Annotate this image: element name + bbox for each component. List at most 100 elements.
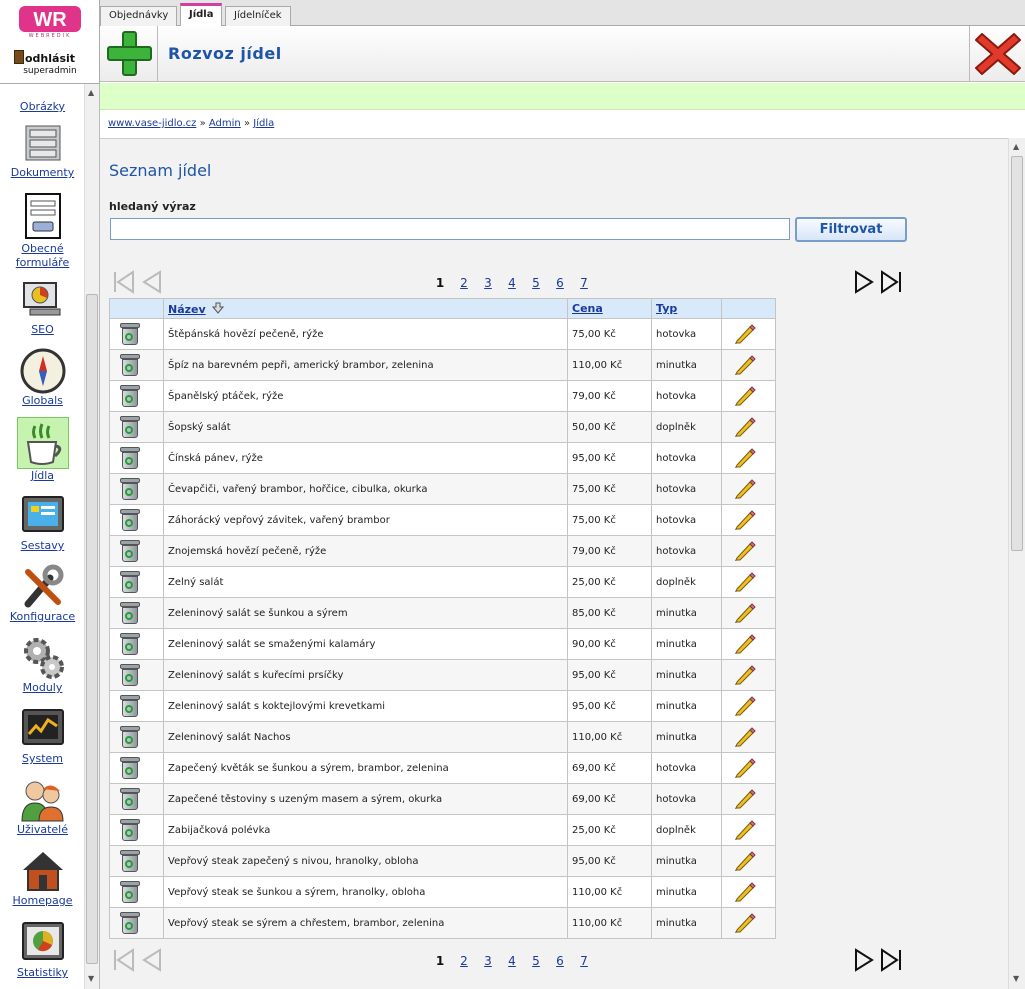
sidebar-item-system[interactable]: System bbox=[0, 706, 85, 766]
sidebar-item-seo[interactable]: SEO bbox=[0, 277, 85, 337]
trash-icon[interactable] bbox=[120, 354, 140, 376]
logout-link[interactable]: odhlásit bbox=[14, 50, 75, 65]
main-scroll-thumb[interactable] bbox=[1011, 156, 1023, 551]
pencil-icon[interactable] bbox=[732, 694, 756, 718]
trash-icon[interactable] bbox=[120, 726, 140, 748]
trash-icon[interactable] bbox=[120, 788, 140, 810]
last-page-icon[interactable] bbox=[879, 270, 903, 294]
trash-icon[interactable] bbox=[120, 633, 140, 655]
sort-by-name-link[interactable]: Název bbox=[168, 303, 206, 316]
page-link[interactable]: 7 bbox=[572, 276, 596, 290]
pencil-icon[interactable] bbox=[732, 322, 756, 346]
trash-icon[interactable] bbox=[120, 416, 140, 438]
tab-jidla[interactable]: Jídla bbox=[180, 3, 223, 26]
trash-icon[interactable] bbox=[120, 695, 140, 717]
page-link[interactable]: 4 bbox=[500, 954, 524, 968]
page-link[interactable]: 6 bbox=[548, 276, 572, 290]
sidebar-scroll-thumb[interactable] bbox=[86, 294, 98, 964]
sidebar-item-statistiky[interactable]: Statistiky bbox=[0, 920, 85, 980]
trash-icon[interactable] bbox=[120, 819, 140, 841]
sidebar-item-uzivatele[interactable]: Uživatelé bbox=[0, 777, 85, 837]
trash-icon[interactable] bbox=[120, 850, 140, 872]
logout-label[interactable]: odhlásit bbox=[25, 52, 75, 65]
trash-icon[interactable] bbox=[120, 757, 140, 779]
add-button[interactable] bbox=[100, 26, 158, 82]
pencil-icon[interactable] bbox=[732, 880, 756, 904]
breadcrumb-admin[interactable]: Admin bbox=[209, 118, 241, 129]
sidebar-item-label[interactable]: Konfigurace bbox=[0, 610, 85, 624]
page-link[interactable]: 5 bbox=[524, 954, 548, 968]
page-link[interactable]: 3 bbox=[476, 276, 500, 290]
pencil-icon[interactable] bbox=[732, 539, 756, 563]
pencil-icon[interactable] bbox=[732, 849, 756, 873]
trash-icon[interactable] bbox=[120, 447, 140, 469]
sidebar-item-label[interactable]: System bbox=[0, 752, 85, 766]
close-button[interactable] bbox=[969, 26, 1025, 82]
page-link[interactable]: 2 bbox=[452, 954, 476, 968]
sidebar-item-obrazky[interactable]: Obrázky bbox=[0, 84, 85, 114]
pencil-icon[interactable] bbox=[732, 477, 756, 501]
pencil-icon[interactable] bbox=[732, 818, 756, 842]
pencil-icon[interactable] bbox=[732, 632, 756, 656]
first-page-icon[interactable] bbox=[112, 270, 136, 294]
sidebar-item-label[interactable]: Sestavy bbox=[0, 539, 85, 553]
breadcrumb-current[interactable]: Jídla bbox=[253, 118, 274, 129]
breadcrumb-home[interactable]: www.vase-jidlo.cz bbox=[108, 118, 196, 129]
trash-icon[interactable] bbox=[120, 664, 140, 686]
sidebar-item-label[interactable]: Jídla bbox=[0, 469, 85, 483]
pencil-icon[interactable] bbox=[732, 384, 756, 408]
header-price[interactable]: Cena bbox=[567, 298, 652, 319]
page-link[interactable]: 2 bbox=[452, 276, 476, 290]
first-page-icon[interactable] bbox=[112, 948, 136, 972]
trash-icon[interactable] bbox=[120, 602, 140, 624]
sidebar-item-label[interactable]: Homepage bbox=[0, 894, 85, 908]
trash-icon[interactable] bbox=[120, 912, 140, 934]
next-page-icon[interactable] bbox=[852, 270, 876, 294]
trash-icon[interactable] bbox=[120, 540, 140, 562]
next-page-icon[interactable] bbox=[852, 948, 876, 972]
trash-icon[interactable] bbox=[120, 478, 140, 500]
sort-by-price-link[interactable]: Cena bbox=[572, 302, 603, 315]
main-scrollbar[interactable]: ▲ ▼ bbox=[1008, 138, 1025, 989]
sort-down-icon[interactable] bbox=[211, 302, 224, 314]
page-link[interactable]: 5 bbox=[524, 276, 548, 290]
trash-icon[interactable] bbox=[120, 323, 140, 345]
last-page-icon[interactable] bbox=[879, 948, 903, 972]
pencil-icon[interactable] bbox=[732, 601, 756, 625]
page-link[interactable]: 6 bbox=[548, 954, 572, 968]
sidebar-item-label[interactable]: Moduly bbox=[0, 681, 85, 695]
tab-objednavky[interactable]: Objednávky bbox=[100, 6, 178, 26]
trash-icon[interactable] bbox=[120, 509, 140, 531]
prev-page-icon[interactable] bbox=[140, 948, 164, 972]
pencil-icon[interactable] bbox=[732, 787, 756, 811]
sidebar-item-globals[interactable]: Globals bbox=[0, 348, 85, 408]
pencil-icon[interactable] bbox=[732, 570, 756, 594]
sidebar-item-label[interactable]: SEO bbox=[0, 323, 85, 337]
pencil-icon[interactable] bbox=[732, 508, 756, 532]
page-link[interactable]: 4 bbox=[500, 276, 524, 290]
sidebar-item-label[interactable]: Dokumenty bbox=[0, 166, 85, 180]
sidebar-item-konfigurace[interactable]: Konfigurace bbox=[0, 564, 85, 624]
trash-icon[interactable] bbox=[120, 385, 140, 407]
pencil-icon[interactable] bbox=[732, 911, 756, 935]
pencil-icon[interactable] bbox=[732, 725, 756, 749]
trash-icon[interactable] bbox=[120, 881, 140, 903]
sidebar-item-label[interactable]: Uživatelé bbox=[0, 823, 85, 837]
prev-page-icon[interactable] bbox=[140, 270, 164, 294]
search-input[interactable] bbox=[110, 218, 790, 240]
sidebar-item-label[interactable]: Statistiky bbox=[0, 966, 85, 980]
header-type[interactable]: Typ bbox=[651, 298, 722, 319]
pencil-icon[interactable] bbox=[732, 756, 756, 780]
sidebar-item-sestavy[interactable]: Sestavy bbox=[0, 493, 85, 553]
filter-button[interactable]: Filtrovat bbox=[795, 217, 907, 242]
tab-jidelnicek[interactable]: Jídelníček bbox=[225, 6, 291, 26]
pencil-icon[interactable] bbox=[732, 446, 756, 470]
sidebar-item-obecne-formulare[interactable]: Obecné formuláře bbox=[0, 192, 85, 270]
header-name[interactable]: Název bbox=[163, 298, 568, 319]
sort-by-type-link[interactable]: Typ bbox=[656, 302, 677, 315]
pencil-icon[interactable] bbox=[732, 353, 756, 377]
sidebar-item-dokumenty[interactable]: Dokumenty bbox=[0, 120, 85, 180]
sidebar-item-moduly[interactable]: Moduly bbox=[0, 635, 85, 695]
sidebar-item-label[interactable]: Obrázky bbox=[0, 100, 85, 114]
sidebar-item-label[interactable]: Obecné formuláře bbox=[0, 242, 85, 270]
